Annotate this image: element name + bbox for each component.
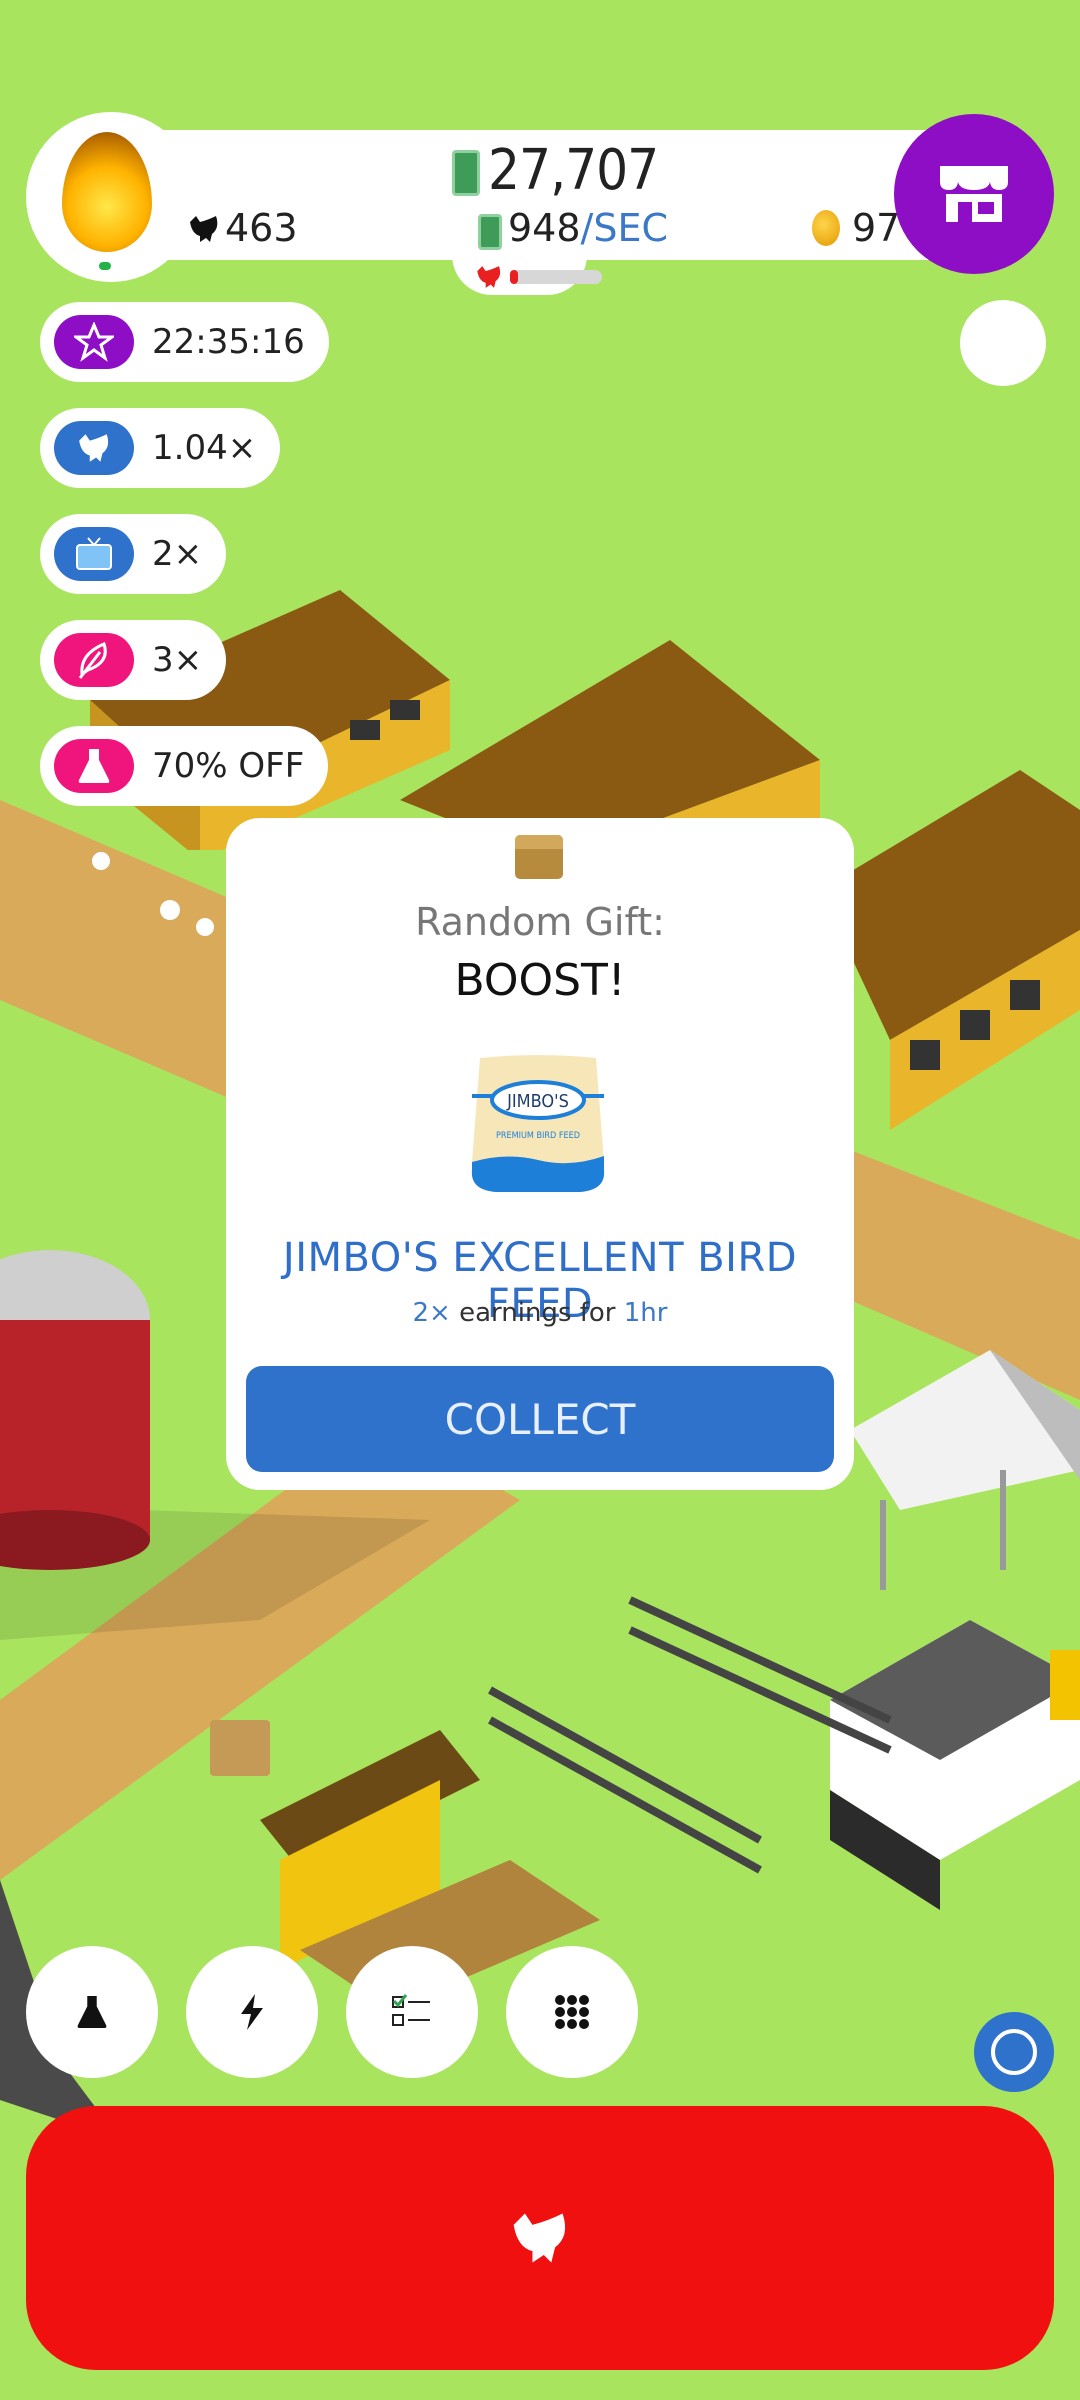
egg-indicator	[99, 262, 111, 270]
gift-description: 2× earnings for 1hr	[412, 1298, 668, 1328]
income-rate: 948/SEC	[508, 206, 668, 250]
collect-button[interactable]: COLLECT	[246, 1366, 834, 1472]
research-discount-pill[interactable]: 70% OFF	[40, 726, 329, 806]
fences	[488, 1596, 892, 1874]
shop-button[interactable]	[894, 114, 1054, 274]
barn-right	[820, 770, 1080, 1130]
money-icon	[452, 150, 480, 196]
boost-timer-label: 22:35:16	[152, 322, 305, 362]
boosts-button[interactable]	[186, 1946, 318, 2078]
dialog-title: BOOST!	[454, 955, 626, 1006]
video-multiplier-label: 2×	[152, 534, 203, 574]
star-icon	[54, 315, 134, 369]
gift-box-icon	[515, 835, 563, 879]
menu-button[interactable]	[506, 1946, 638, 2078]
money-total: 27,707	[488, 138, 659, 203]
hatchery-progress-fill	[510, 270, 518, 284]
chicken-count: 463	[225, 206, 298, 250]
tv-icon	[54, 527, 134, 581]
missions-button[interactable]	[346, 1946, 478, 2078]
video-multiplier-pill[interactable]: 2×	[40, 514, 227, 594]
store-icon	[940, 166, 1008, 222]
research-discount-label: 70% OFF	[152, 746, 305, 786]
flask-icon	[77, 1995, 107, 2029]
hatchery-progress-track	[510, 270, 602, 284]
golden-egg-icon	[812, 210, 840, 246]
lightning-icon	[241, 1994, 263, 2030]
chicken-icon	[190, 216, 218, 242]
chicken-icon	[54, 421, 134, 475]
feather-multiplier-pill[interactable]: 3×	[40, 620, 227, 700]
assistant-button[interactable]	[974, 2012, 1054, 2092]
boost-timer-pill[interactable]: 22:35:16	[40, 302, 329, 382]
golden-egg-count: 97	[852, 206, 901, 250]
bag-tagline-text: PREMIUM BIRD FEED	[496, 1131, 580, 1141]
red-chicken-icon	[477, 266, 501, 288]
flask-icon	[54, 739, 134, 793]
feather-icon	[54, 633, 134, 687]
checklist-icon	[392, 1994, 430, 2026]
chicken	[196, 918, 214, 936]
dialog-subtitle: Random Gift:	[415, 900, 665, 944]
chicken-multiplier-label: 1.04×	[152, 428, 257, 468]
money-per-sec-icon	[478, 214, 502, 250]
gift-crate[interactable]	[210, 1720, 270, 1776]
feather-multiplier-label: 3×	[152, 640, 203, 680]
research-button[interactable]	[26, 1946, 158, 2078]
silo	[0, 1250, 150, 1570]
hatch-chicken-button[interactable]	[26, 2106, 1054, 2370]
chicken	[160, 900, 180, 920]
bird-feed-bag-image: JIMBO'S PREMIUM BIRD FEED	[466, 1052, 610, 1194]
bag-brand-text: JIMBO'S	[506, 1091, 569, 1112]
chicken	[92, 852, 110, 870]
grid-icon	[555, 1995, 589, 2029]
notification-button[interactable]	[960, 300, 1046, 386]
chicken-icon	[513, 2213, 566, 2263]
chicken-multiplier-pill[interactable]: 1.04×	[40, 408, 281, 488]
